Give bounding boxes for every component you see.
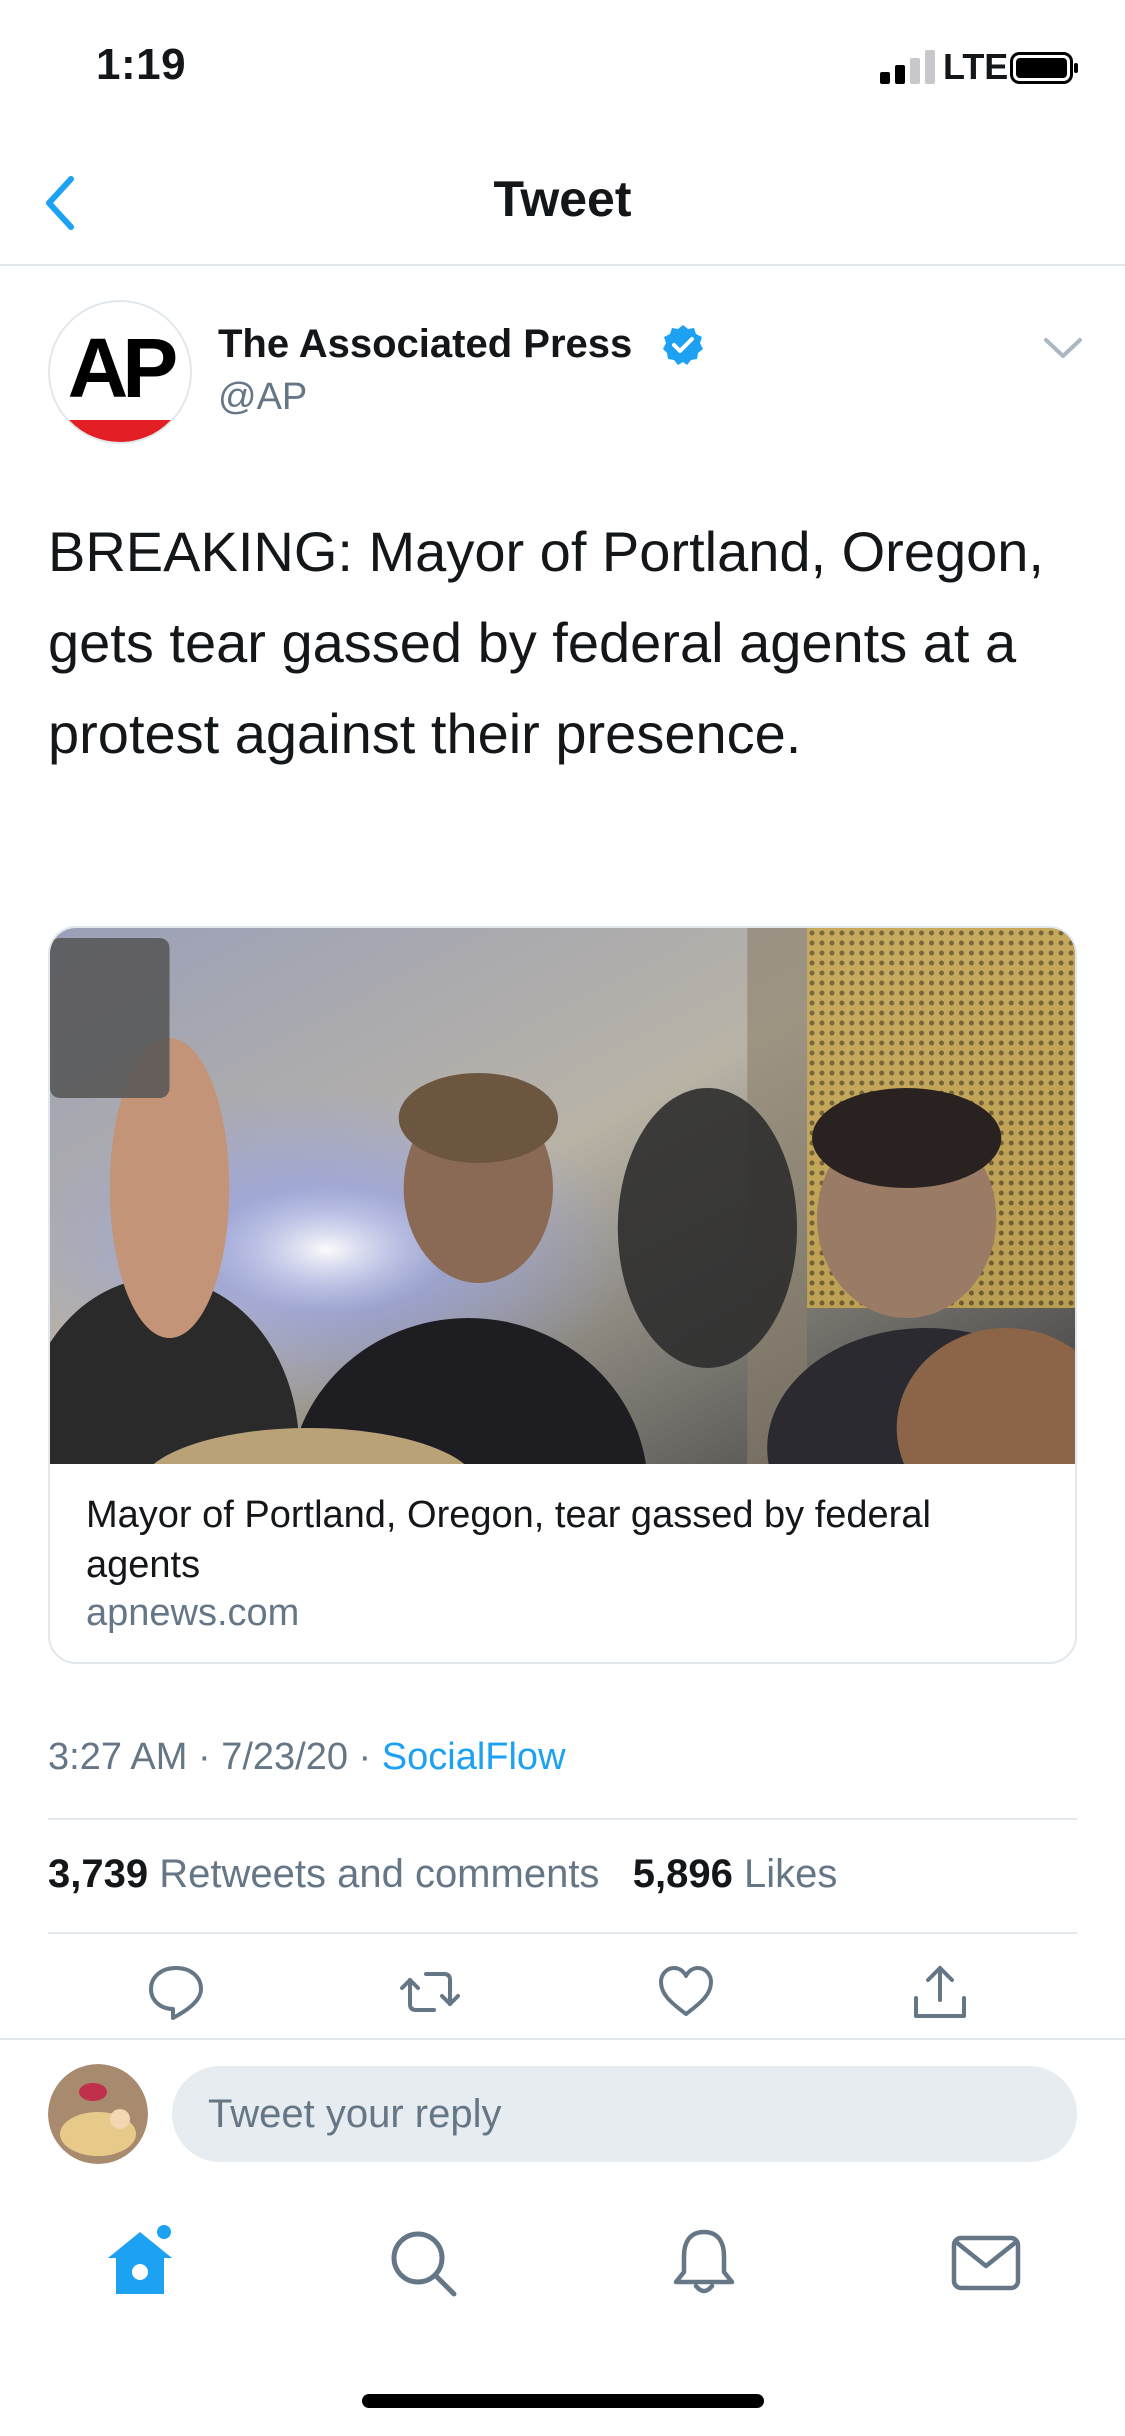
likes-stat[interactable]: 5,896 Likes	[633, 1852, 838, 1896]
retweets-label: Retweets and comments	[159, 1852, 600, 1896]
chevron-down-icon[interactable]	[1040, 330, 1086, 366]
page-title: Tweet	[493, 171, 632, 227]
messages-icon[interactable]	[948, 2224, 1024, 2300]
link-card[interactable]: Mayor of Portland, Oregon, tear gassed b…	[48, 926, 1077, 1664]
divider	[48, 1818, 1077, 1820]
notifications-icon[interactable]	[666, 2224, 742, 2300]
status-bar: 1:19 LTE	[0, 0, 1125, 140]
verified-badge-icon	[663, 325, 703, 365]
divider	[48, 1932, 1077, 1934]
tweet-time: 3:27 AM	[48, 1736, 188, 1778]
home-indicator[interactable]	[362, 2394, 764, 2408]
ap-logo-stripe	[50, 420, 190, 442]
signal-icon	[880, 50, 935, 84]
network-label: LTE	[943, 46, 1009, 87]
meta-separator: ·	[187, 1736, 222, 1778]
home-icon[interactable]	[102, 2224, 178, 2300]
retweet-icon[interactable]	[400, 1962, 460, 2022]
battery-icon	[1010, 52, 1078, 84]
meta-separator: ·	[348, 1736, 382, 1778]
retweets-count: 3,739	[48, 1852, 149, 1896]
card-image	[50, 928, 1075, 1464]
divider	[0, 2038, 1125, 2040]
nav-bar: Tweet	[0, 140, 1125, 266]
user-avatar[interactable]	[48, 2064, 148, 2164]
likes-label: Likes	[744, 1852, 838, 1896]
share-icon[interactable]	[910, 1962, 970, 2022]
comment-icon[interactable]	[146, 1962, 206, 2022]
like-icon[interactable]	[656, 1962, 716, 2022]
status-time: 1:19	[96, 40, 187, 89]
tweet-stats: 3,739 Retweets and comments 5,896 Likes	[48, 1852, 837, 1897]
tweet-source-link[interactable]: SocialFlow	[382, 1736, 566, 1778]
card-domain: apnews.com	[86, 1592, 300, 1634]
search-icon[interactable]	[384, 2224, 460, 2300]
retweets-stat[interactable]: 3,739 Retweets and comments	[48, 1852, 599, 1896]
likes-count: 5,896	[632, 1852, 733, 1896]
author-handle[interactable]: @AP	[218, 376, 307, 419]
tweet-meta: 3:27 AM · 7/23/20 · SocialFlow	[48, 1736, 566, 1779]
tweet-date: 7/23/20	[221, 1736, 348, 1778]
card-title: Mayor of Portland, Oregon, tear gassed b…	[86, 1494, 931, 1586]
ap-logo: AP	[67, 321, 179, 415]
author-name[interactable]: The Associated Press	[218, 322, 632, 367]
reply-input[interactable]	[172, 2066, 1077, 2162]
tweet-text: BREAKING: Mayor of Portland, Oregon, get…	[48, 520, 1044, 765]
author-avatar[interactable]: AP	[48, 300, 192, 444]
